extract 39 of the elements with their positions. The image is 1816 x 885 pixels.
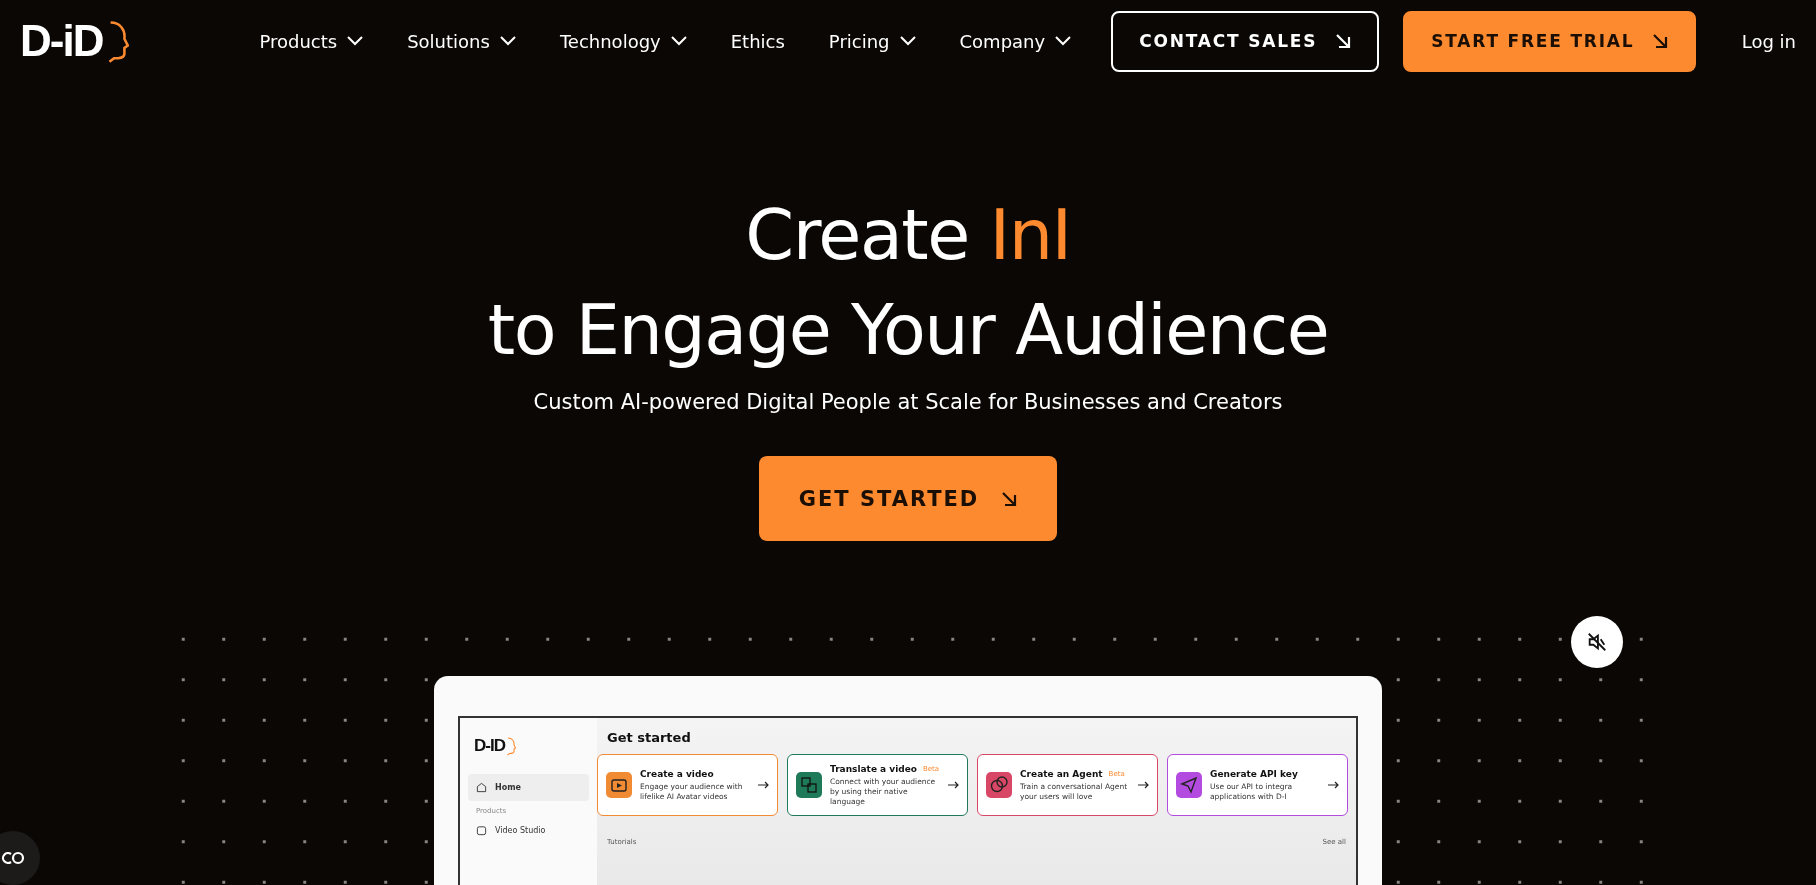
arrow-down-right-icon <box>1335 33 1352 49</box>
section-heading: Get started <box>607 730 692 745</box>
arrow-right-icon <box>1328 781 1339 789</box>
card-title: Generate API key <box>1210 768 1298 779</box>
hero-title: Create InI to Engage Your Audience <box>487 193 1329 373</box>
card-title: Translate a video <box>830 763 917 774</box>
nav-link[interactable]: Pricing <box>828 30 916 52</box>
home-icon <box>476 782 487 793</box>
nav-link[interactable]: Ethics <box>730 30 785 52</box>
arrow-down-right-icon <box>1001 490 1018 507</box>
face-outline-icon <box>505 736 516 756</box>
translate-icon <box>796 772 822 798</box>
video-icon <box>606 772 632 798</box>
card-title: Create an Agent <box>1020 768 1103 779</box>
mute-button[interactable] <box>1571 616 1623 668</box>
sidebar-item[interactable]: Home <box>468 774 589 801</box>
login-link[interactable]: Log in <box>1741 30 1796 52</box>
widget-button[interactable] <box>0 831 40 885</box>
logo[interactable]: D-iD <box>20 16 130 66</box>
arrow-down-right-icon <box>1652 33 1669 49</box>
hero-subtitle: Custom AI-powered Digital People at Scale for Businesses and Creators <box>533 390 1283 414</box>
face-outline-icon <box>106 18 130 64</box>
video-icon <box>476 825 487 836</box>
arrow-right-icon <box>758 781 769 789</box>
paper-plane-icon <box>1176 772 1202 798</box>
card-title: Create a video <box>640 768 714 779</box>
nav-link[interactable]: Company <box>959 30 1072 52</box>
nav-link[interactable]: Products <box>259 30 364 52</box>
get-started-button[interactable]: GET STARTED <box>758 456 1058 541</box>
arrow-right-icon <box>1138 781 1149 789</box>
nav-link[interactable]: Technology <box>559 30 687 52</box>
sidebar-item[interactable]: Video Studio <box>468 817 589 844</box>
arrow-right-icon <box>948 781 959 789</box>
contact-button[interactable]: CONTACT SALES <box>1111 10 1380 72</box>
app-logo: D-ID <box>474 736 583 756</box>
nav-link[interactable]: Solutions <box>407 30 516 52</box>
trial-button[interactable]: START FREE TRIAL <box>1403 10 1697 72</box>
chat-bubbles-icon <box>986 772 1012 798</box>
speaker-muted-icon <box>1586 631 1608 653</box>
